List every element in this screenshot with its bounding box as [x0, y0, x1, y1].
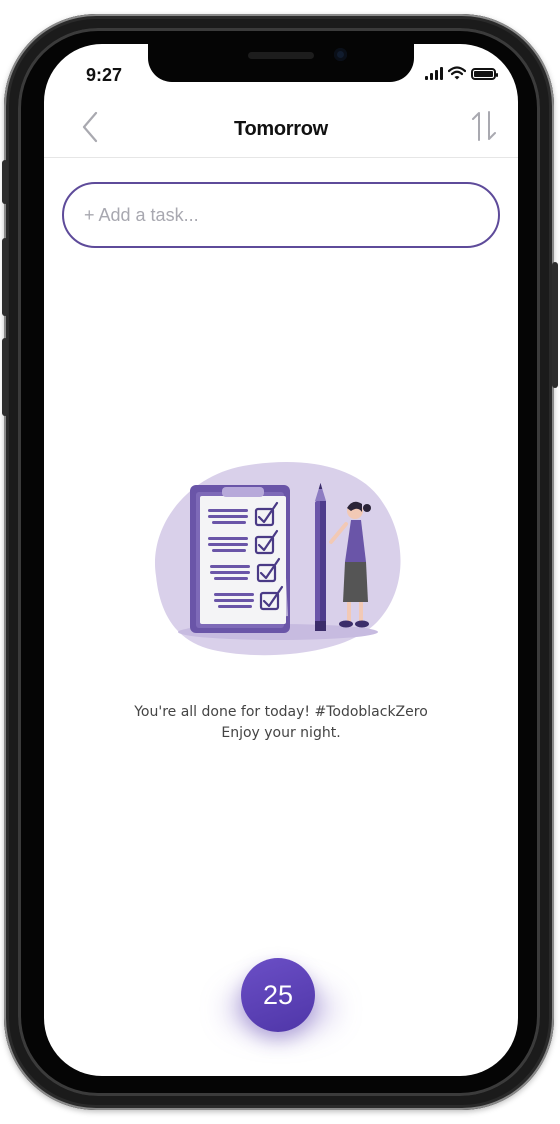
battery-icon [471, 68, 498, 80]
sort-button[interactable] [466, 108, 502, 144]
empty-state-message: You're all done for today! #TodoblackZer… [44, 702, 518, 744]
status-icons [425, 66, 498, 80]
signal-icon [425, 67, 443, 80]
status-time: 9:27 [86, 65, 123, 85]
app-screen: 9:27 Tomorrow + Add a task... You're all… [44, 44, 518, 1076]
empty-state-line-2: Enjoy your night. [221, 725, 341, 741]
header-bar: Tomorrow [44, 104, 518, 158]
notch [148, 44, 414, 82]
battery-level [474, 71, 493, 77]
power-button [552, 262, 558, 388]
silent-switch [2, 160, 8, 204]
speaker-grille [248, 52, 314, 59]
checklist-woman-illustration [154, 461, 401, 656]
volume-up-button [2, 238, 8, 316]
front-camera [334, 48, 347, 61]
empty-state-line-1: You're all done for today! #TodoblackZer… [134, 704, 428, 720]
add-task-input[interactable] [64, 184, 498, 246]
task-count-button[interactable]: 25 [241, 958, 315, 1032]
volume-down-button [2, 338, 8, 416]
wifi-icon [448, 66, 466, 80]
sort-arrows-icon [472, 111, 496, 141]
page-title: Tomorrow [234, 118, 328, 140]
add-task-field[interactable] [62, 182, 500, 248]
